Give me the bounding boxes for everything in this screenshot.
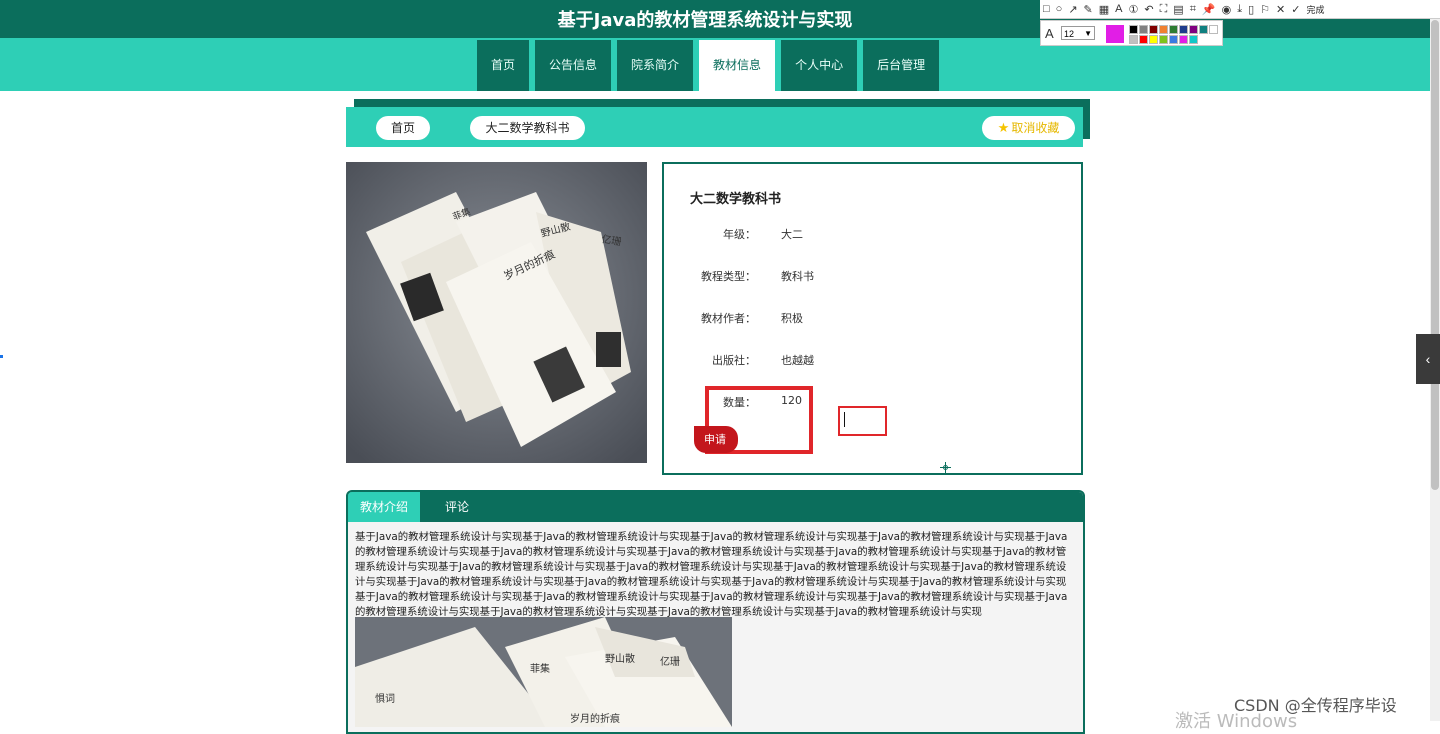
main-nav: 首页 公告信息 院系简介 教材信息 个人中心 后台管理 [477,40,945,91]
crosshair-cursor-icon [940,460,951,473]
save-icon[interactable]: ▯ [1248,3,1254,16]
tabs-header: 教材介绍 评论 [348,492,1083,522]
number-tool-icon[interactable]: ① [1129,3,1139,16]
screenshot-toolbar: □ ○ ↗ ✎ ▦ A ① ↶ ⛶ ▤ ⌗ 📌 ◉ ⤓ ▯ ⚐ ✕ ✓ 完成 [1040,0,1440,19]
author-value: 积极 [781,312,803,325]
nav-announcements[interactable]: 公告信息 [535,40,612,91]
edge-marker [0,355,3,358]
book-cover-image: 岁月的折痕 野山散 亿珊 菲集 [346,162,647,463]
undo-icon[interactable]: ↶ [1144,3,1153,16]
publisher-value: 也越越 [781,354,814,367]
grade-label: 年级： [723,228,756,241]
font-size-value: 12 [1064,29,1075,39]
scan-icon[interactable]: ⌗ [1190,3,1196,16]
pin-icon[interactable]: 📌 [1202,3,1216,16]
apply-button[interactable]: 申请 [694,426,738,453]
introduction-text: 基于Java的教材管理系统设计与实现基于Java的教材管理系统设计与实现基于Ja… [355,531,1068,618]
check-icon[interactable]: ✓ [1291,3,1300,16]
scrollbar-thumb[interactable] [1431,20,1439,490]
color-swatch[interactable] [1169,35,1178,44]
unfavorite-label: 取消收藏 [1011,121,1060,135]
nav-departments[interactable]: 院系简介 [617,40,694,91]
detail-tabs-panel: 教材介绍 评论 基于Java的教材管理系统设计与实现基于Java的教材管理系统设… [346,490,1085,734]
close-icon[interactable]: ✕ [1276,3,1285,16]
side-collapse-button[interactable]: ‹ [1416,334,1440,384]
color-swatch[interactable] [1129,35,1138,44]
color-swatch[interactable] [1189,25,1198,34]
color-swatch[interactable] [1159,25,1168,34]
color-swatch[interactable] [1139,35,1148,44]
mosaic-tool-icon[interactable]: ▦ [1099,3,1109,16]
bookmark-icon[interactable]: ⚐ [1260,3,1270,16]
tab-introduction[interactable]: 教材介绍 [348,492,420,522]
intro-photo-title-c: 亿珊 [660,655,680,668]
nav-textbooks[interactable]: 教材信息 [699,40,776,91]
course-type-value: 教科书 [781,270,814,283]
color-swatch[interactable] [1149,25,1158,34]
windows-activation-watermark: 激活 Windows [1175,711,1298,732]
download-icon[interactable]: ⤓ [1237,3,1242,16]
text-cursor [844,412,845,427]
color-palette [1129,25,1221,45]
color-swatch[interactable] [1159,35,1168,44]
chevron-left-icon: ‹ [1425,351,1431,367]
intro-photo-title-d: 惧词 [375,693,395,705]
chevron-down-icon: ▼ [1084,29,1092,38]
course-type-label: 教程类型： [701,270,756,283]
annotation-text-box[interactable] [838,406,887,436]
pen-tool-icon[interactable]: ✎ [1084,3,1093,16]
book-title: 大二数学教科书 [690,192,782,207]
crop-icon[interactable]: ⛶ [1160,3,1168,16]
current-color-swatch[interactable] [1106,25,1124,43]
color-swatch[interactable] [1169,25,1178,34]
unfavorite-button[interactable]: ★ 取消收藏 [982,116,1075,140]
color-swatch[interactable] [1149,35,1158,44]
breadcrumb-home[interactable]: 首页 [376,116,430,140]
star-icon: ★ [997,121,1010,136]
breadcrumb-current[interactable]: 大二数学教科书 [470,116,585,140]
text-style-panel: A 12 ▼ [1040,20,1223,46]
arrow-tool-icon[interactable]: ↗ [1068,3,1077,16]
color-swatch[interactable] [1189,35,1198,44]
font-size-select[interactable]: 12 ▼ [1061,26,1095,40]
color-swatch[interactable] [1139,25,1148,34]
text-tool-icon[interactable]: A [1115,3,1122,15]
color-swatch[interactable] [1129,25,1138,34]
intro-photo-title-b: 野山散 [605,652,635,665]
nav-admin[interactable]: 后台管理 [863,40,940,91]
font-icon: A [1045,26,1054,41]
intro-photo-title-a: 菲集 [530,662,550,675]
color-swatch[interactable] [1179,25,1188,34]
color-swatch[interactable] [1179,35,1188,44]
color-swatch[interactable] [1199,25,1208,34]
publisher-label: 出版社： [712,354,756,367]
rectangle-tool-icon[interactable]: □ [1043,3,1050,15]
intro-photo-title-e: 岁月的折痕 [570,712,620,725]
nav-home[interactable]: 首页 [477,40,530,91]
ocr-icon[interactable]: ▤ [1173,3,1183,16]
nav-personal-center[interactable]: 个人中心 [781,40,858,91]
done-button[interactable]: 完成 [1306,3,1324,16]
breadcrumb [346,107,1083,147]
grade-value: 大二 [781,228,803,241]
record-icon[interactable]: ◉ [1222,3,1232,16]
author-label: 教材作者： [701,312,756,325]
introduction-image: 菲集 野山散 亿珊 惧词 岁月的折痕 [355,617,732,727]
color-swatch[interactable] [1209,25,1218,34]
tab-comments[interactable]: 评论 [432,492,482,522]
ellipse-tool-icon[interactable]: ○ [1056,3,1063,15]
